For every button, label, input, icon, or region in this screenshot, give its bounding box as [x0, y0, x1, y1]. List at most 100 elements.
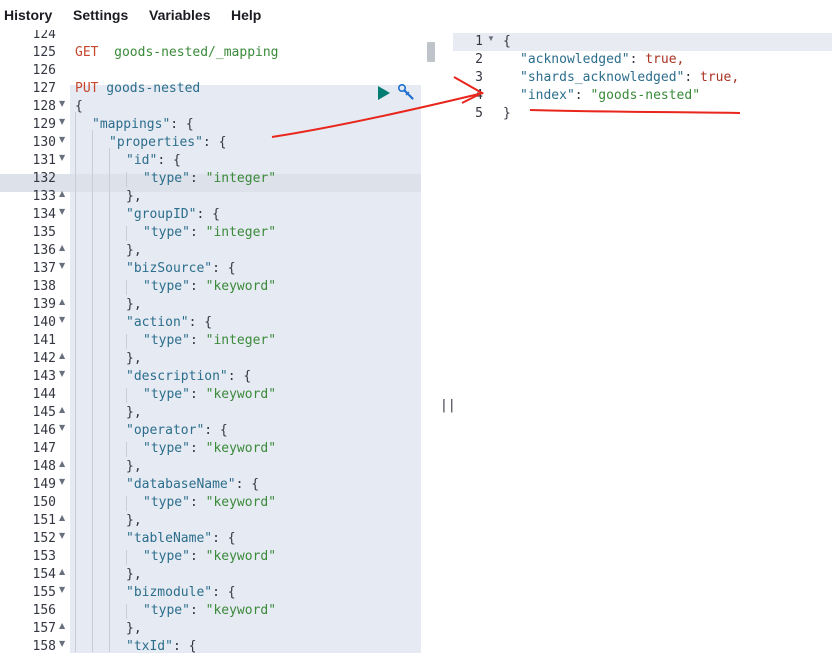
line-number: 124 [32, 30, 56, 42]
fold-collapse-icon[interactable]: ▼ [59, 261, 65, 270]
editor-line[interactable]: 129 ▼ "mappings": { [0, 116, 421, 134]
fold-expand-icon[interactable]: ▲ [59, 189, 65, 198]
json-key: "index" [520, 88, 575, 103]
panel-splitter[interactable]: || [440, 398, 456, 416]
line-number: 150 [32, 495, 56, 510]
fold-collapse-icon[interactable]: ▼ [59, 585, 65, 594]
fold-expand-icon[interactable]: ▲ [59, 351, 65, 360]
editor-line[interactable]: 154 ▲}, [0, 566, 421, 584]
code-text: "properties": { [109, 135, 227, 150]
editor-line[interactable]: 133 ▲}, [0, 188, 421, 206]
editor-line[interactable]: 148 ▲}, [0, 458, 421, 476]
menu-settings[interactable]: Settings [73, 7, 128, 23]
json-value: true, [700, 70, 740, 85]
editor-line[interactable]: 131 ▼ "id": { [0, 152, 421, 170]
json-key: "tableName" [126, 531, 213, 546]
fold-collapse-icon[interactable]: ▼ [59, 99, 65, 108]
editor-line[interactable]: 141 "type": "integer" [0, 332, 421, 350]
line-number: 133 [32, 189, 56, 204]
line-number: 157 [32, 621, 56, 636]
editor-line[interactable]: 138 "type": "keyword" [0, 278, 421, 296]
editor-line[interactable]: 140 ▼ "action": { [0, 314, 421, 332]
fold-collapse-icon[interactable]: ▼ [59, 135, 65, 144]
json-value: true, [645, 52, 685, 67]
fold-collapse-icon[interactable]: ▼ [59, 207, 65, 216]
fold-expand-icon[interactable]: ▲ [59, 621, 65, 630]
fold-collapse-icon[interactable]: ▼ [59, 423, 65, 432]
fold-expand-icon[interactable]: ▲ [59, 405, 65, 414]
json-string-value: "integer" [205, 333, 277, 348]
fold-collapse-icon[interactable]: ▼ [59, 315, 65, 324]
fold-collapse-icon[interactable]: ▼ [487, 34, 495, 43]
fold-collapse-icon[interactable]: ▼ [59, 117, 65, 126]
editor-line[interactable]: 126 [0, 62, 421, 80]
editor-scrollbar[interactable] [427, 42, 435, 62]
line-number: 158 [32, 639, 56, 653]
editor-line[interactable]: 150 "type": "keyword" [0, 494, 421, 512]
fold-expand-icon[interactable]: ▲ [59, 459, 65, 468]
editor-line[interactable]: 136 ▲}, [0, 242, 421, 260]
output-code-text: "shards_acknowledged": true, [520, 70, 740, 85]
line-number: 132 [32, 171, 56, 186]
editor-line[interactable]: 139 ▲}, [0, 296, 421, 314]
code-text: "type": "integer" [143, 333, 277, 348]
editor-line[interactable]: 143 ▼ "description": { [0, 368, 421, 386]
code-text: "bizSource": { [126, 261, 236, 276]
fold-expand-icon[interactable]: ▲ [59, 567, 65, 576]
code-text: }, [126, 405, 142, 420]
fold-expand-icon[interactable]: ▲ [59, 513, 65, 522]
editor-line[interactable]: 156 "type": "keyword" [0, 602, 421, 620]
fold-collapse-icon[interactable]: ▼ [59, 639, 65, 648]
code-text: }, [126, 351, 142, 366]
editor-line[interactable]: 153 "type": "keyword" [0, 548, 421, 566]
editor-line[interactable]: 134 ▼ "groupID": { [0, 206, 421, 224]
editor-line[interactable]: 152 ▼ "tableName": { [0, 530, 421, 548]
json-string-value: "keyword" [205, 549, 277, 564]
editor-line[interactable]: 158 ▼ "txId": { [0, 638, 421, 653]
response-panel: 1 ▼ {2 "acknowledged": true, 3 "shards_acknow… [453, 30, 832, 653]
editor-line[interactable]: 142 ▲}, [0, 350, 421, 368]
output-line: 2 "acknowledged": true, [453, 51, 832, 69]
menu-help[interactable]: Help [231, 7, 261, 23]
line-number: 140 [32, 315, 56, 330]
fold-expand-icon[interactable]: ▲ [59, 243, 65, 252]
editor-line[interactable]: 155 ▼ "bizmodule": { [0, 584, 421, 602]
fold-collapse-icon[interactable]: ▼ [59, 477, 65, 486]
fold-collapse-icon[interactable]: ▼ [59, 153, 65, 162]
line-number: 135 [32, 225, 56, 240]
editor-line[interactable]: 146 ▼ "operator": { [0, 422, 421, 440]
editor-line[interactable]: 135 "type": "integer" [0, 224, 421, 242]
editor-line[interactable]: 127 PUT goods-nested [0, 80, 421, 98]
play-icon[interactable] [377, 85, 391, 101]
editor-line[interactable]: 132 "type": "integer" [0, 170, 421, 188]
fold-expand-icon[interactable]: ▲ [59, 297, 65, 306]
editor-line[interactable]: 157 ▲}, [0, 620, 421, 638]
code-text: "txId": { [126, 639, 197, 653]
fold-collapse-icon[interactable]: ▼ [59, 369, 65, 378]
editor-line[interactable]: 149 ▼ "databaseName": { [0, 476, 421, 494]
json-key: "mappings" [92, 117, 171, 132]
editor-line[interactable]: 151 ▲}, [0, 512, 421, 530]
code-text: }, [126, 243, 142, 258]
editor-line[interactable]: 145 ▲}, [0, 404, 421, 422]
editor-line[interactable]: 144 "type": "keyword" [0, 386, 421, 404]
code-text: "type": "integer" [143, 225, 277, 240]
line-number: 131 [32, 153, 56, 168]
editor-line[interactable]: 137 ▼ "bizSource": { [0, 260, 421, 278]
output-line-number: 2 [475, 52, 483, 67]
menu-variables[interactable]: Variables [149, 7, 211, 23]
request-editor[interactable]: 124 125 GET goods-nested/_mapping 126 127 PUT… [0, 30, 438, 653]
editor-line[interactable]: 125 GET goods-nested/_mapping [0, 44, 421, 62]
json-key: "operator" [126, 423, 205, 438]
wrench-icon[interactable] [397, 83, 415, 101]
fold-collapse-icon[interactable]: ▼ [59, 531, 65, 540]
json-key: "type" [143, 549, 190, 564]
output-code-text: "index": "goods-nested" [520, 88, 701, 103]
editor-line[interactable]: 128 ▼ { [0, 98, 421, 116]
editor-line[interactable]: 124 [0, 30, 421, 44]
editor-line[interactable]: 130 ▼ "properties": { [0, 134, 421, 152]
editor-line[interactable]: 147 "type": "keyword" [0, 440, 421, 458]
json-key: "databaseName" [126, 477, 236, 492]
menu-history[interactable]: History [4, 7, 52, 23]
line-number: 134 [32, 207, 56, 222]
